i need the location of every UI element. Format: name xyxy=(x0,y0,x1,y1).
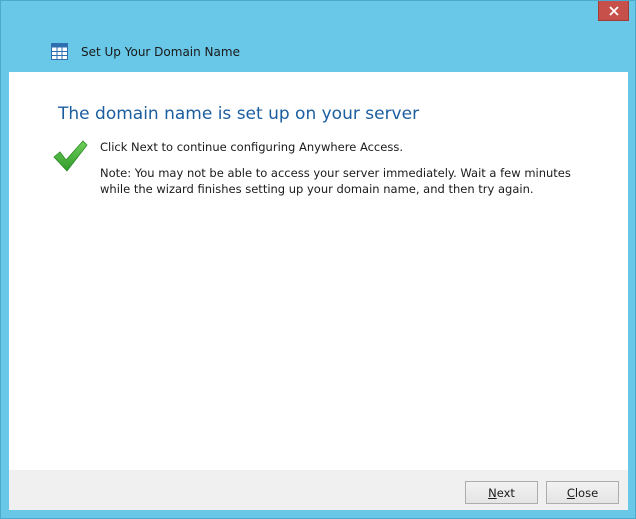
window-close-button[interactable] xyxy=(598,1,629,21)
close-button-label: lose xyxy=(574,485,599,500)
page-heading: The domain name is set up on your server xyxy=(58,104,420,124)
window-title: Set Up Your Domain Name xyxy=(81,44,240,59)
close-button-accesskey: C xyxy=(566,485,575,500)
wizard-grid-icon xyxy=(51,43,68,60)
close-x-icon xyxy=(608,5,619,16)
next-button[interactable]: Next xyxy=(465,481,538,504)
content-panel: The domain name is set up on your server… xyxy=(9,72,628,470)
next-button-label: ext xyxy=(496,485,515,500)
instruction-text: Click Next to continue configuring Anywh… xyxy=(100,140,403,154)
title-bar: Set Up Your Domain Name xyxy=(51,43,240,60)
close-button[interactable]: Close xyxy=(546,481,619,504)
wizard-window: Set Up Your Domain Name The domain name … xyxy=(0,0,636,519)
note-text: Note: You may not be able to access your… xyxy=(100,166,571,196)
button-bar: Next Close xyxy=(9,470,628,510)
green-checkmark-icon xyxy=(53,140,88,172)
next-button-accesskey: N xyxy=(488,485,497,500)
